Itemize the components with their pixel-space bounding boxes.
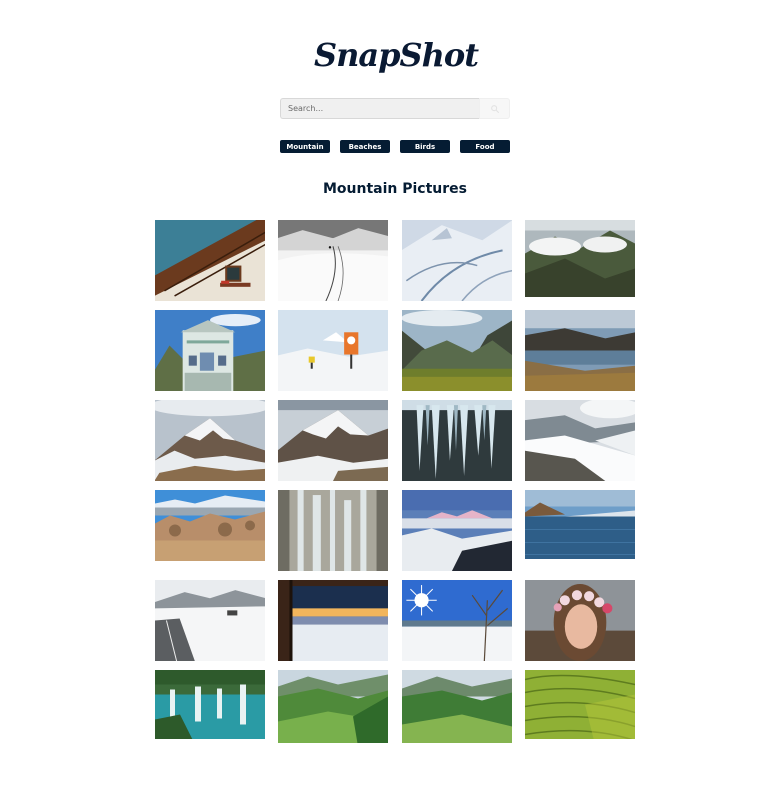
photo-cabin-sunset[interactable] xyxy=(278,580,388,661)
photo-green-hills-1[interactable] xyxy=(278,670,388,743)
photo-rice-terraces[interactable] xyxy=(525,670,635,739)
photo-snow-hikers[interactable] xyxy=(278,220,388,301)
photo-desert-rocks[interactable] xyxy=(155,490,265,561)
photo-frozen-waterfall[interactable] xyxy=(278,490,388,571)
photo-snowy-slope[interactable] xyxy=(525,400,635,481)
photo-snowy-road[interactable] xyxy=(155,580,265,661)
photo-snowy-peaks-1[interactable] xyxy=(155,400,265,481)
photo-grid xyxy=(0,0,773,808)
photo-snowy-peaks-2[interactable] xyxy=(278,400,388,481)
photo-chalet-eaves[interactable] xyxy=(155,220,265,301)
photo-waterfalls[interactable] xyxy=(155,670,265,739)
photo-green-hills-2[interactable] xyxy=(402,670,512,743)
photo-valley-peaks[interactable] xyxy=(402,310,512,391)
photo-blue-lake[interactable] xyxy=(525,490,635,559)
photo-glacier-aerial[interactable] xyxy=(402,220,512,301)
photo-pink-alpenglow[interactable] xyxy=(402,490,512,571)
photo-mountain-lake[interactable] xyxy=(525,310,635,391)
photo-sun-snowfield[interactable] xyxy=(402,580,512,661)
photo-cloud-ridge[interactable] xyxy=(525,220,635,297)
photo-flower-crown-woman[interactable] xyxy=(525,580,635,661)
photo-icicles[interactable] xyxy=(402,400,512,481)
photo-mountain-hotel[interactable] xyxy=(155,310,265,391)
photo-orange-sign[interactable] xyxy=(278,310,388,391)
